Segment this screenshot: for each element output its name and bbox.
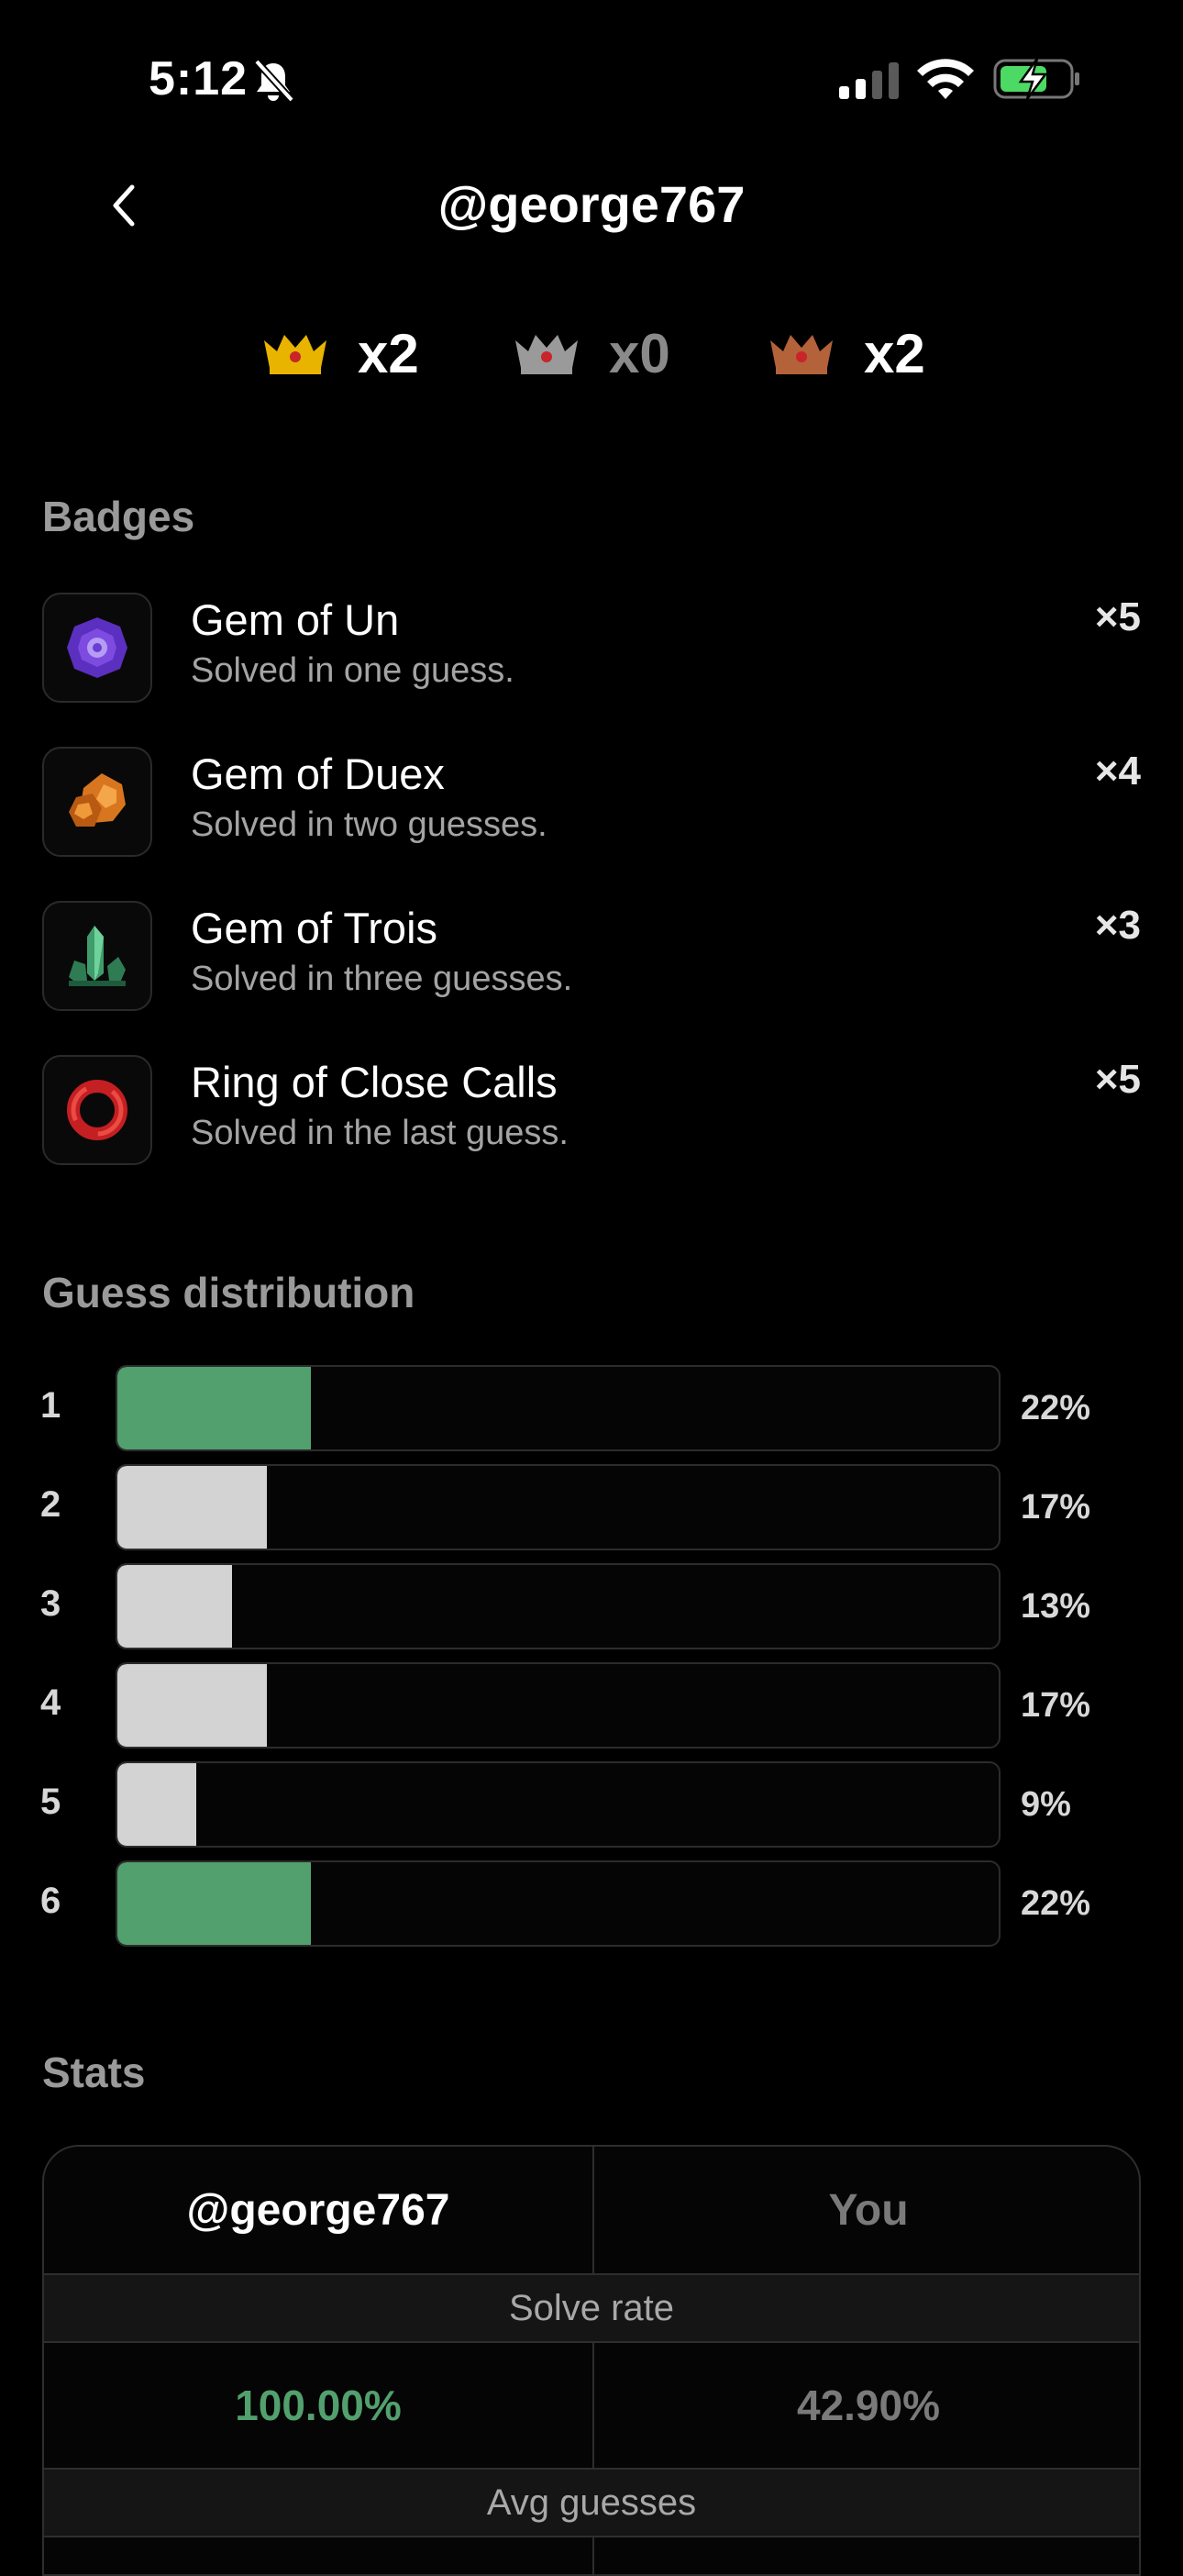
distribution-percent: 17% [1021, 1488, 1091, 1527]
distribution-row: 5 9% [0, 1761, 1183, 1849]
bronze-crown-stat: x2 [767, 312, 925, 394]
distribution-percent: 17% [1021, 1686, 1091, 1725]
distribution-row: 1 22% [0, 1365, 1183, 1453]
status-time: 5:12 [149, 52, 249, 105]
green-crystal-icon [69, 926, 126, 986]
badge-count: ×5 [1094, 594, 1141, 639]
distribution-row: 6 22% [0, 1860, 1183, 1949]
stats-table: @george767 You Solve rate 100.00% 42.90%… [42, 2145, 1141, 2576]
stats-metric-label: Solve rate [44, 2273, 1139, 2343]
gold-crown-count: x2 [358, 322, 419, 384]
distribution-bar-track [116, 1860, 1001, 1947]
badge-count: ×4 [1094, 749, 1141, 794]
badge-name: Gem of Trois [191, 904, 438, 952]
distribution-percent: 22% [1021, 1884, 1091, 1923]
distribution-bar-track [116, 1365, 1001, 1451]
purple-gem-icon [67, 617, 127, 678]
distribution-guess-label: 1 [40, 1385, 61, 1426]
distribution-guess-label: 2 [40, 1484, 61, 1525]
orange-gem-icon [69, 773, 126, 827]
distribution-guess-label: 4 [40, 1682, 61, 1723]
silver-crown-count: x0 [609, 322, 670, 384]
badge-row[interactable]: Gem of Trois Solved in three guesses. ×3 [42, 901, 1141, 1015]
stats-user-avg-guesses [44, 2537, 592, 2574]
page-title: @george767 [437, 175, 746, 233]
gold-crown-icon [264, 335, 326, 374]
badge-description: Solved in one guess. [191, 651, 514, 690]
distribution-bar-fill [117, 1466, 268, 1549]
stats-divider [592, 2343, 594, 2468]
distribution-bar-track [116, 1563, 1001, 1649]
distribution-bar-track [116, 1662, 1001, 1749]
distribution-bar-fill [117, 1763, 197, 1846]
bell-slash-icon [254, 59, 294, 103]
battery-charging-icon [993, 58, 1079, 100]
badge-tile [42, 901, 152, 1011]
silver-crown-icon [515, 335, 578, 374]
crown-summary: x2 x0 x2 [0, 312, 1183, 394]
badge-row[interactable]: Gem of Un Solved in one guess. ×5 [42, 593, 1141, 706]
badge-description: Solved in two guesses. [191, 805, 547, 844]
stats-user-solve-rate: 100.00% [235, 2382, 402, 2429]
badge-name: Gem of Un [191, 595, 400, 644]
badge-name: Gem of Duex [191, 749, 445, 798]
badge-row[interactable]: Ring of Close Calls Solved in the last g… [42, 1055, 1141, 1169]
distribution-bar-fill [117, 1664, 268, 1747]
status-bar: 5:12 [0, 0, 1183, 156]
badge-count: ×3 [1094, 903, 1141, 948]
badge-row[interactable]: Gem of Duex Solved in two guesses. ×4 [42, 747, 1141, 861]
badge-tile [42, 747, 152, 857]
distribution-guess-label: 6 [40, 1881, 61, 1921]
distribution-percent: 13% [1021, 1587, 1091, 1626]
distribution-bar-track [116, 1761, 1001, 1848]
distribution-row: 4 17% [0, 1662, 1183, 1750]
bronze-crown-icon [770, 335, 833, 374]
distribution-bar-fill [117, 1565, 232, 1648]
bronze-crown-count: x2 [864, 322, 925, 384]
stats-column-you: You [828, 2185, 909, 2235]
stats-section-title: Stats [42, 2049, 146, 2096]
distribution-bar-track [116, 1464, 1001, 1550]
cellular-signal-icon [839, 62, 899, 99]
distribution-row: 2 17% [0, 1464, 1183, 1552]
stats-divider [592, 2147, 594, 2273]
stats-metric-label: Avg guesses [44, 2468, 1139, 2537]
distribution-row: 3 13% [0, 1563, 1183, 1651]
distribution-bar-fill [117, 1367, 312, 1449]
stats-you-solve-rate: 42.90% [796, 2382, 940, 2429]
silver-crown-stat: x0 [512, 312, 670, 394]
badge-tile [42, 1055, 152, 1165]
badge-tile [42, 593, 152, 703]
badge-description: Solved in the last guess. [191, 1114, 569, 1152]
distribution-section-title: Guess distribution [42, 1269, 415, 1316]
distribution-guess-label: 5 [40, 1782, 61, 1822]
distribution-percent: 22% [1021, 1389, 1091, 1427]
wifi-icon [917, 59, 974, 99]
stats-divider [592, 2537, 594, 2574]
red-ring-icon [67, 1080, 127, 1140]
badge-name: Ring of Close Calls [191, 1058, 558, 1106]
badge-description: Solved in three guesses. [191, 960, 573, 998]
distribution-guess-label: 3 [40, 1583, 61, 1624]
gold-crown-stat: x2 [260, 312, 419, 394]
distribution-bar-fill [117, 1862, 312, 1945]
badges-section-title: Badges [42, 493, 195, 540]
distribution-percent: 9% [1021, 1785, 1071, 1824]
badge-count: ×5 [1094, 1057, 1141, 1102]
stats-column-user: @george767 [186, 2185, 450, 2235]
stats-you-avg-guesses [594, 2537, 1139, 2574]
